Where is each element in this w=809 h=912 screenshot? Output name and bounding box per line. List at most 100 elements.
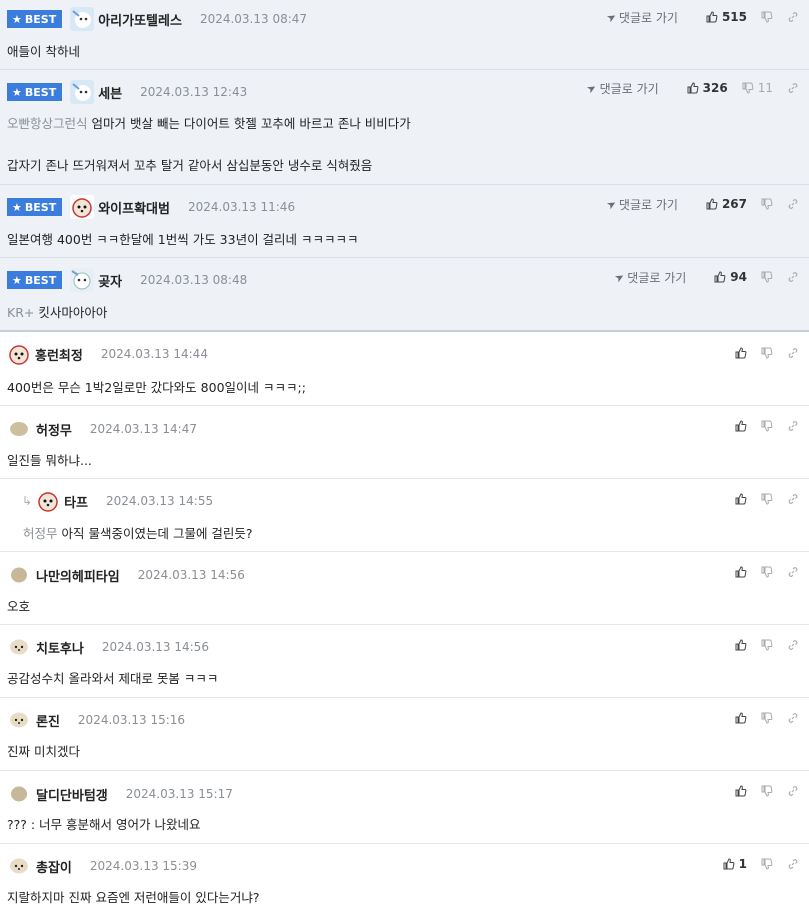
link-button[interactable]	[787, 198, 799, 210]
thumbs-up-icon	[735, 420, 747, 432]
upvote-button[interactable]	[735, 639, 747, 651]
upvote-button[interactable]	[735, 785, 747, 797]
downvote-button[interactable]	[761, 198, 773, 210]
downvote-button[interactable]	[761, 639, 773, 651]
link-button[interactable]	[787, 82, 799, 94]
downvote-button[interactable]	[761, 858, 773, 870]
thumbs-down-icon	[761, 347, 773, 359]
comment-text: 지랄하지마 진짜 요즘엔 저런애들이 있다는거냐?	[7, 890, 260, 905]
thumbs-up-icon	[714, 271, 726, 283]
link-icon	[788, 199, 798, 209]
link-icon	[788, 494, 798, 504]
reply-target[interactable]: KR+	[7, 305, 34, 320]
comment: 총잡이 2024.03.13 15:39 1 지랄하지마 진짜 요즘엔 저런애들…	[0, 844, 809, 910]
thumbs-down-icon	[761, 493, 773, 505]
link-button[interactable]	[787, 11, 799, 23]
link-button[interactable]	[787, 347, 799, 359]
comment-date: 2024.03.13 08:47	[199, 12, 308, 26]
upvote-button[interactable]: 326	[687, 81, 728, 95]
comment-text: 허정무 아직 물색중이였는데 그물에 걸린듯?	[23, 526, 253, 541]
downvote-button[interactable]	[761, 712, 773, 724]
upvote-count: 326	[702, 81, 728, 95]
comment-date: 2024.03.13 15:16	[77, 713, 186, 727]
link-icon	[788, 348, 798, 358]
nickname[interactable]: 나만의헤피타임	[36, 566, 120, 585]
link-button[interactable]	[787, 712, 799, 724]
downvote-count: 11	[757, 81, 773, 95]
nickname[interactable]: 치토후나	[36, 638, 84, 657]
nickname[interactable]: 아리가또텔레스	[98, 10, 182, 29]
avatar[interactable]	[70, 268, 95, 292]
downvote-button[interactable]	[761, 493, 773, 505]
downvote-button[interactable]	[761, 347, 773, 359]
nickname[interactable]: 홍런최정	[35, 345, 83, 364]
goto-comment-link[interactable]: ➤ 댓글로 가기	[604, 196, 678, 213]
comment-text: 진짜 미치겠다	[7, 744, 80, 759]
upvote-button[interactable]: 94	[714, 270, 747, 284]
link-button[interactable]	[787, 566, 799, 578]
link-button[interactable]	[787, 420, 799, 432]
upvote-button[interactable]	[735, 493, 747, 505]
comment-text: 오빤항상그런식 엄마거 뱃살 빼는 다이어트 핫젤 꼬추에 바르고 존나 비비다가	[7, 116, 411, 131]
nickname[interactable]: 총잡이	[36, 857, 72, 876]
comment-text: 공감성수치 올라와서 제대로 못봄 ㅋㅋㅋ	[7, 671, 219, 686]
send-arrow-icon: ➤	[604, 9, 619, 25]
nickname[interactable]: 허정무	[36, 420, 72, 439]
avatar[interactable]	[36, 489, 61, 513]
downvote-button[interactable]: 11	[742, 81, 773, 95]
avatar[interactable]	[70, 7, 95, 31]
nickname[interactable]: 곶자	[98, 271, 122, 290]
downvote-button[interactable]	[761, 271, 773, 283]
avatar[interactable]	[10, 421, 28, 437]
nickname[interactable]: 론진	[36, 711, 60, 730]
link-button[interactable]	[787, 639, 799, 651]
reply-target[interactable]: 허정무	[23, 526, 58, 541]
avatar[interactable]	[10, 858, 28, 874]
avatar[interactable]	[7, 342, 31, 366]
upvote-button[interactable]	[735, 712, 747, 724]
link-button[interactable]	[787, 271, 799, 283]
comment-text: ??? : 너무 흥분해서 영어가 나왔네요	[7, 817, 201, 832]
avatar[interactable]	[70, 80, 95, 104]
upvote-count: 267	[721, 197, 747, 211]
avatar[interactable]	[10, 567, 28, 583]
downvote-button[interactable]	[761, 785, 773, 797]
upvote-button[interactable]	[735, 566, 747, 578]
comment-text: KR+ 킷사마아아아	[7, 305, 108, 320]
link-button[interactable]	[787, 858, 799, 870]
goto-comment-link[interactable]: ➤ 댓글로 가기	[604, 9, 678, 26]
nickname[interactable]: 타프	[64, 492, 88, 511]
avatar[interactable]	[10, 639, 28, 655]
comment: 치토후나 2024.03.13 14:56 공감성수치 올라와서 제대로 못봄 …	[0, 625, 809, 698]
avatar[interactable]	[10, 712, 28, 728]
upvote-button[interactable]	[735, 420, 747, 432]
downvote-button[interactable]	[761, 566, 773, 578]
comment-text: 400번은 무슨 1박2일로만 갔다와도 800일이네 ㅋㅋㅋ;;	[7, 380, 306, 395]
nickname[interactable]: 세븐	[98, 83, 122, 102]
goto-comment-link[interactable]: ➤ 댓글로 가기	[585, 80, 659, 97]
goto-comment-link[interactable]: ➤ 댓글로 가기	[612, 269, 686, 286]
link-button[interactable]	[787, 785, 799, 797]
nickname[interactable]: 달디단바텀갱	[36, 785, 108, 804]
upvote-count: 515	[721, 10, 747, 24]
avatar[interactable]	[10, 786, 28, 802]
reply-arrow-icon: ↳	[22, 494, 33, 508]
downvote-button[interactable]	[761, 420, 773, 432]
best-badge: ★ BEST	[7, 271, 63, 289]
link-button[interactable]	[787, 493, 799, 505]
avatar[interactable]	[70, 195, 95, 219]
upvote-button[interactable]: 515	[706, 10, 747, 24]
link-icon	[788, 859, 798, 869]
upvote-button[interactable]	[735, 347, 747, 359]
thumbs-down-icon	[761, 198, 773, 210]
downvote-button[interactable]	[761, 11, 773, 23]
nickname[interactable]: 와이프확대범	[98, 198, 170, 217]
upvote-button[interactable]: 267	[706, 197, 747, 211]
thumbs-down-icon	[761, 11, 773, 23]
upvote-button[interactable]: 1	[723, 857, 747, 871]
comment-text: 애들이 착하네	[7, 44, 80, 59]
thumbs-down-icon	[742, 82, 754, 94]
comment-text: 일진들 뭐하냐...	[7, 453, 92, 468]
reply-target[interactable]: 오빤항상그런식	[7, 116, 88, 131]
star-icon: ★	[12, 273, 22, 287]
